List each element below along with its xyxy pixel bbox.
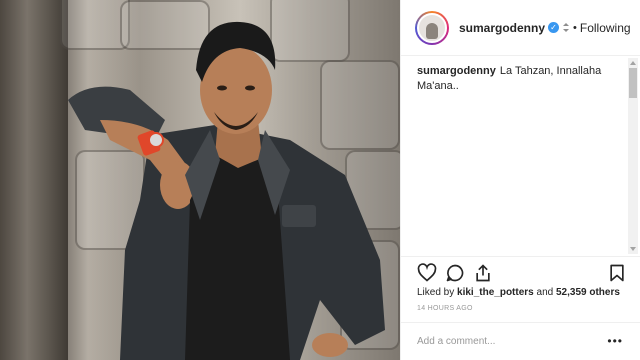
caption-username[interactable]: sumargodenny	[417, 65, 496, 77]
avatar[interactable]	[415, 10, 449, 45]
post-photo[interactable]	[0, 0, 400, 360]
scroll-up-arrow-icon[interactable]	[630, 61, 636, 65]
caption: sumargodenny La Tahzan, Innallaha Ma'ana.…	[417, 64, 617, 94]
following-button[interactable]: Following	[580, 21, 631, 35]
man-figure	[68, 21, 385, 360]
likes-prefix: Liked by	[417, 287, 455, 298]
comment-bar: •••	[401, 322, 640, 360]
separator-dot: •	[573, 21, 577, 34]
share-icon[interactable]	[473, 263, 493, 283]
liked-by-user[interactable]: kiki_the_potters	[457, 287, 534, 298]
scroll-down-arrow-icon[interactable]	[630, 247, 636, 251]
comments-scrollbar[interactable]	[628, 58, 638, 254]
likes-others[interactable]: 52,359 others	[556, 287, 620, 298]
bookmark-icon[interactable]	[607, 263, 627, 283]
likes-and: and	[536, 287, 554, 298]
heart-icon[interactable]	[417, 263, 437, 283]
scroll-thumb[interactable]	[629, 68, 637, 98]
comment-input[interactable]	[417, 336, 597, 347]
verified-badge-icon: ✓	[548, 22, 560, 33]
post-header: sumargodenny ✓ • Following	[401, 0, 640, 56]
more-options-icon[interactable]: •••	[607, 335, 623, 347]
likes-line: Liked by kiki_the_potters and 52,359 oth…	[417, 287, 620, 298]
action-bar	[401, 256, 640, 286]
post-side-panel: sumargodenny ✓ • Following sumargodenny L…	[400, 0, 640, 360]
post-timestamp[interactable]: 14 HOURS AGO	[417, 305, 473, 312]
author-username[interactable]: sumargodenny	[459, 21, 545, 35]
instagram-post: sumargodenny ✓ • Following sumargodenny L…	[0, 0, 640, 360]
options-arrows-icon	[563, 23, 570, 32]
comment-bubble-icon[interactable]	[445, 263, 465, 283]
